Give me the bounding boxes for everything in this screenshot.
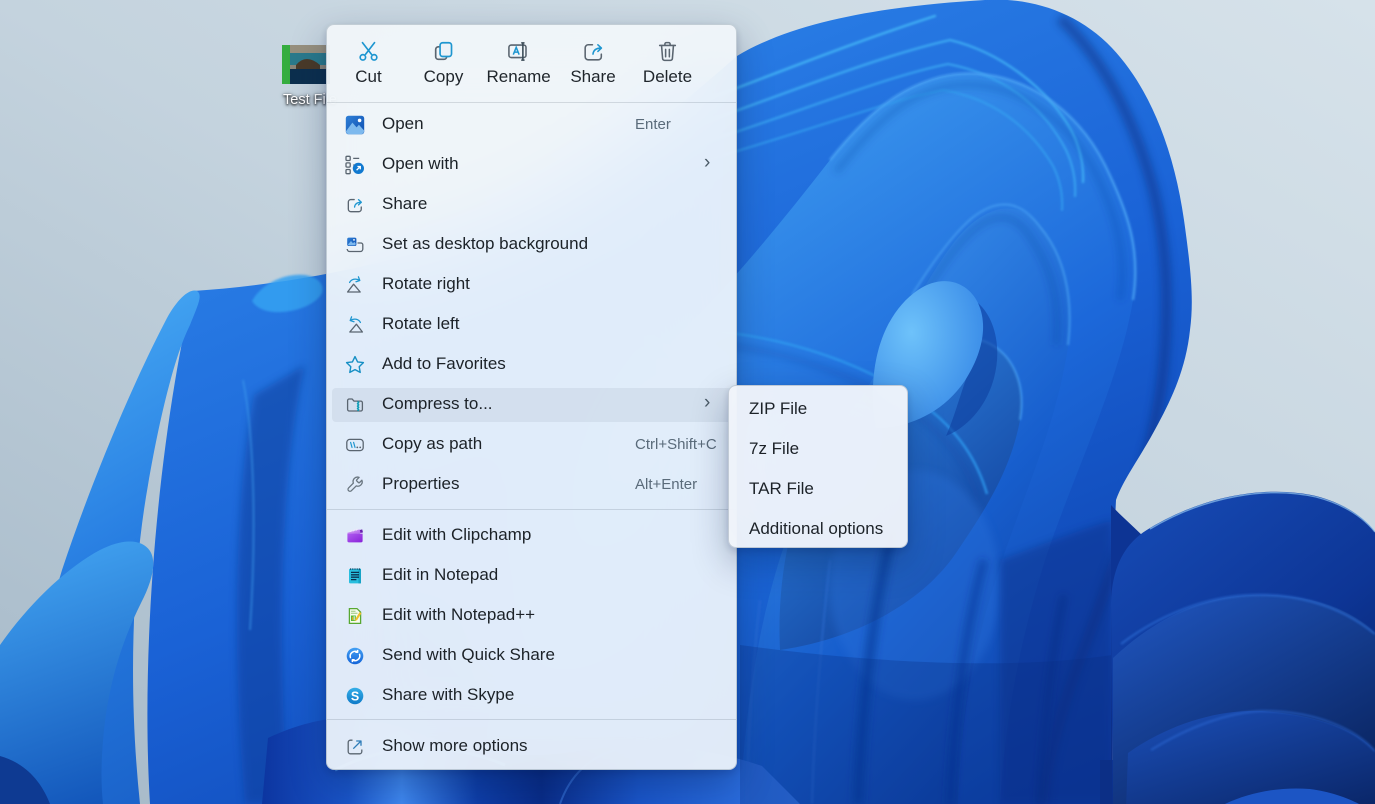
- svg-text:S: S: [351, 689, 359, 703]
